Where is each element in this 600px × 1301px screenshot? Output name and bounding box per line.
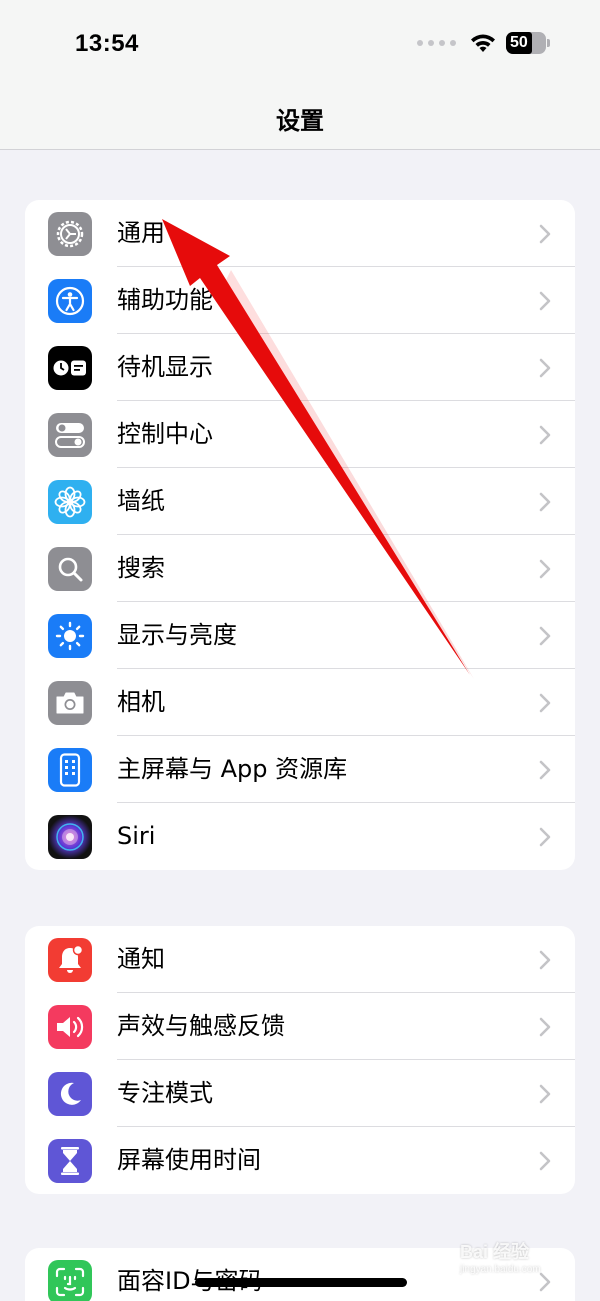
faceid-icon [48,1260,92,1301]
siri-icon [48,815,92,859]
chevron-right-icon [539,1084,551,1104]
accessibility-icon [48,279,92,323]
battery-icon: 50 [506,32,546,54]
chevron-right-icon [539,827,551,847]
magnifier-icon [48,547,92,591]
battery-level: 50 [510,34,528,51]
settings-row-label: 屏幕使用时间 [117,1146,261,1174]
watermark-subtext: jingyan.baidu.com [460,1264,541,1275]
status-time: 13:54 [75,30,139,57]
settings-row-home-screen[interactable]: 主屏幕与 App 资源库 [25,736,575,803]
settings-row-label: 通用 [117,219,165,247]
homescreen-icon [48,748,92,792]
settings-row-label: 待机显示 [117,353,213,381]
watermark: Bai 经验 jingyan.baidu.com [460,1238,541,1275]
chevron-right-icon [539,1151,551,1171]
settings-row-focus[interactable]: 专注模式 [25,1060,575,1127]
camera-icon [48,681,92,725]
settings-row-display-brightness[interactable]: 显示与亮度 [25,602,575,669]
sun-icon [48,614,92,658]
gear-icon [48,212,92,256]
settings-row-label: 辅助功能 [117,286,213,314]
watermark-text: Bai 经验 [460,1242,530,1262]
settings-row-label: 面容ID与密码 [117,1267,263,1295]
settings-row-accessibility[interactable]: 辅助功能 [25,267,575,334]
settings-row-label: 主屏幕与 App 资源库 [117,755,348,783]
hourglass-icon [48,1139,92,1183]
settings-row-standby[interactable]: 待机显示 [25,334,575,401]
settings-row-wallpaper[interactable]: 墙纸 [25,468,575,535]
chevron-right-icon [539,626,551,646]
chevron-right-icon [539,950,551,970]
settings-row-camera[interactable]: 相机 [25,669,575,736]
chevron-right-icon [539,224,551,244]
flower-icon [48,480,92,524]
settings-row-notifications[interactable]: 通知 [25,926,575,993]
chevron-right-icon [539,559,551,579]
chevron-right-icon [539,291,551,311]
page-title: 设置 [276,107,324,135]
chevron-right-icon [539,492,551,512]
settings-row-label: Siri [117,822,156,850]
cellular-signal-icon [417,40,456,46]
chevron-right-icon [539,425,551,445]
settings-row-search[interactable]: 搜索 [25,535,575,602]
chevron-right-icon [539,358,551,378]
chevron-right-icon [539,693,551,713]
speaker-icon [48,1005,92,1049]
settings-row-label: 墙纸 [117,487,165,515]
settings-row-label: 声效与触感反馈 [117,1012,285,1040]
settings-row-siri[interactable]: Siri [25,803,575,870]
settings-row-screen-time[interactable]: 屏幕使用时间 [25,1127,575,1194]
settings-row-control-center[interactable]: 控制中心 [25,401,575,468]
moon-icon [48,1072,92,1116]
wifi-icon [471,34,495,52]
status-and-nav-bar: 13:54 50 设置 [0,0,600,150]
chevron-right-icon [539,1272,551,1292]
settings-row-label: 显示与亮度 [117,621,237,649]
bell-icon [48,938,92,982]
settings-row-label: 搜索 [117,554,165,582]
settings-group-1: 通用 辅助功能 待机显示 控制中心 墙纸 搜索 显示与亮度 相机 主屏幕与 Ap… [25,200,575,870]
status-icons: 50 [417,32,550,54]
settings-group-2: 通知 声效与触感反馈 专注模式 屏幕使用时间 [25,926,575,1194]
home-indicator[interactable] [195,1278,407,1287]
settings-row-label: 通知 [117,945,165,973]
chevron-right-icon [539,1017,551,1037]
settings-row-label: 专注模式 [117,1079,213,1107]
settings-row-sounds-haptics[interactable]: 声效与触感反馈 [25,993,575,1060]
chevron-right-icon [539,760,551,780]
settings-row-label: 相机 [117,688,165,716]
standby-icon [48,346,92,390]
toggles-icon [48,413,92,457]
settings-row-label: 控制中心 [117,420,213,448]
settings-row-general[interactable]: 通用 [25,200,575,267]
